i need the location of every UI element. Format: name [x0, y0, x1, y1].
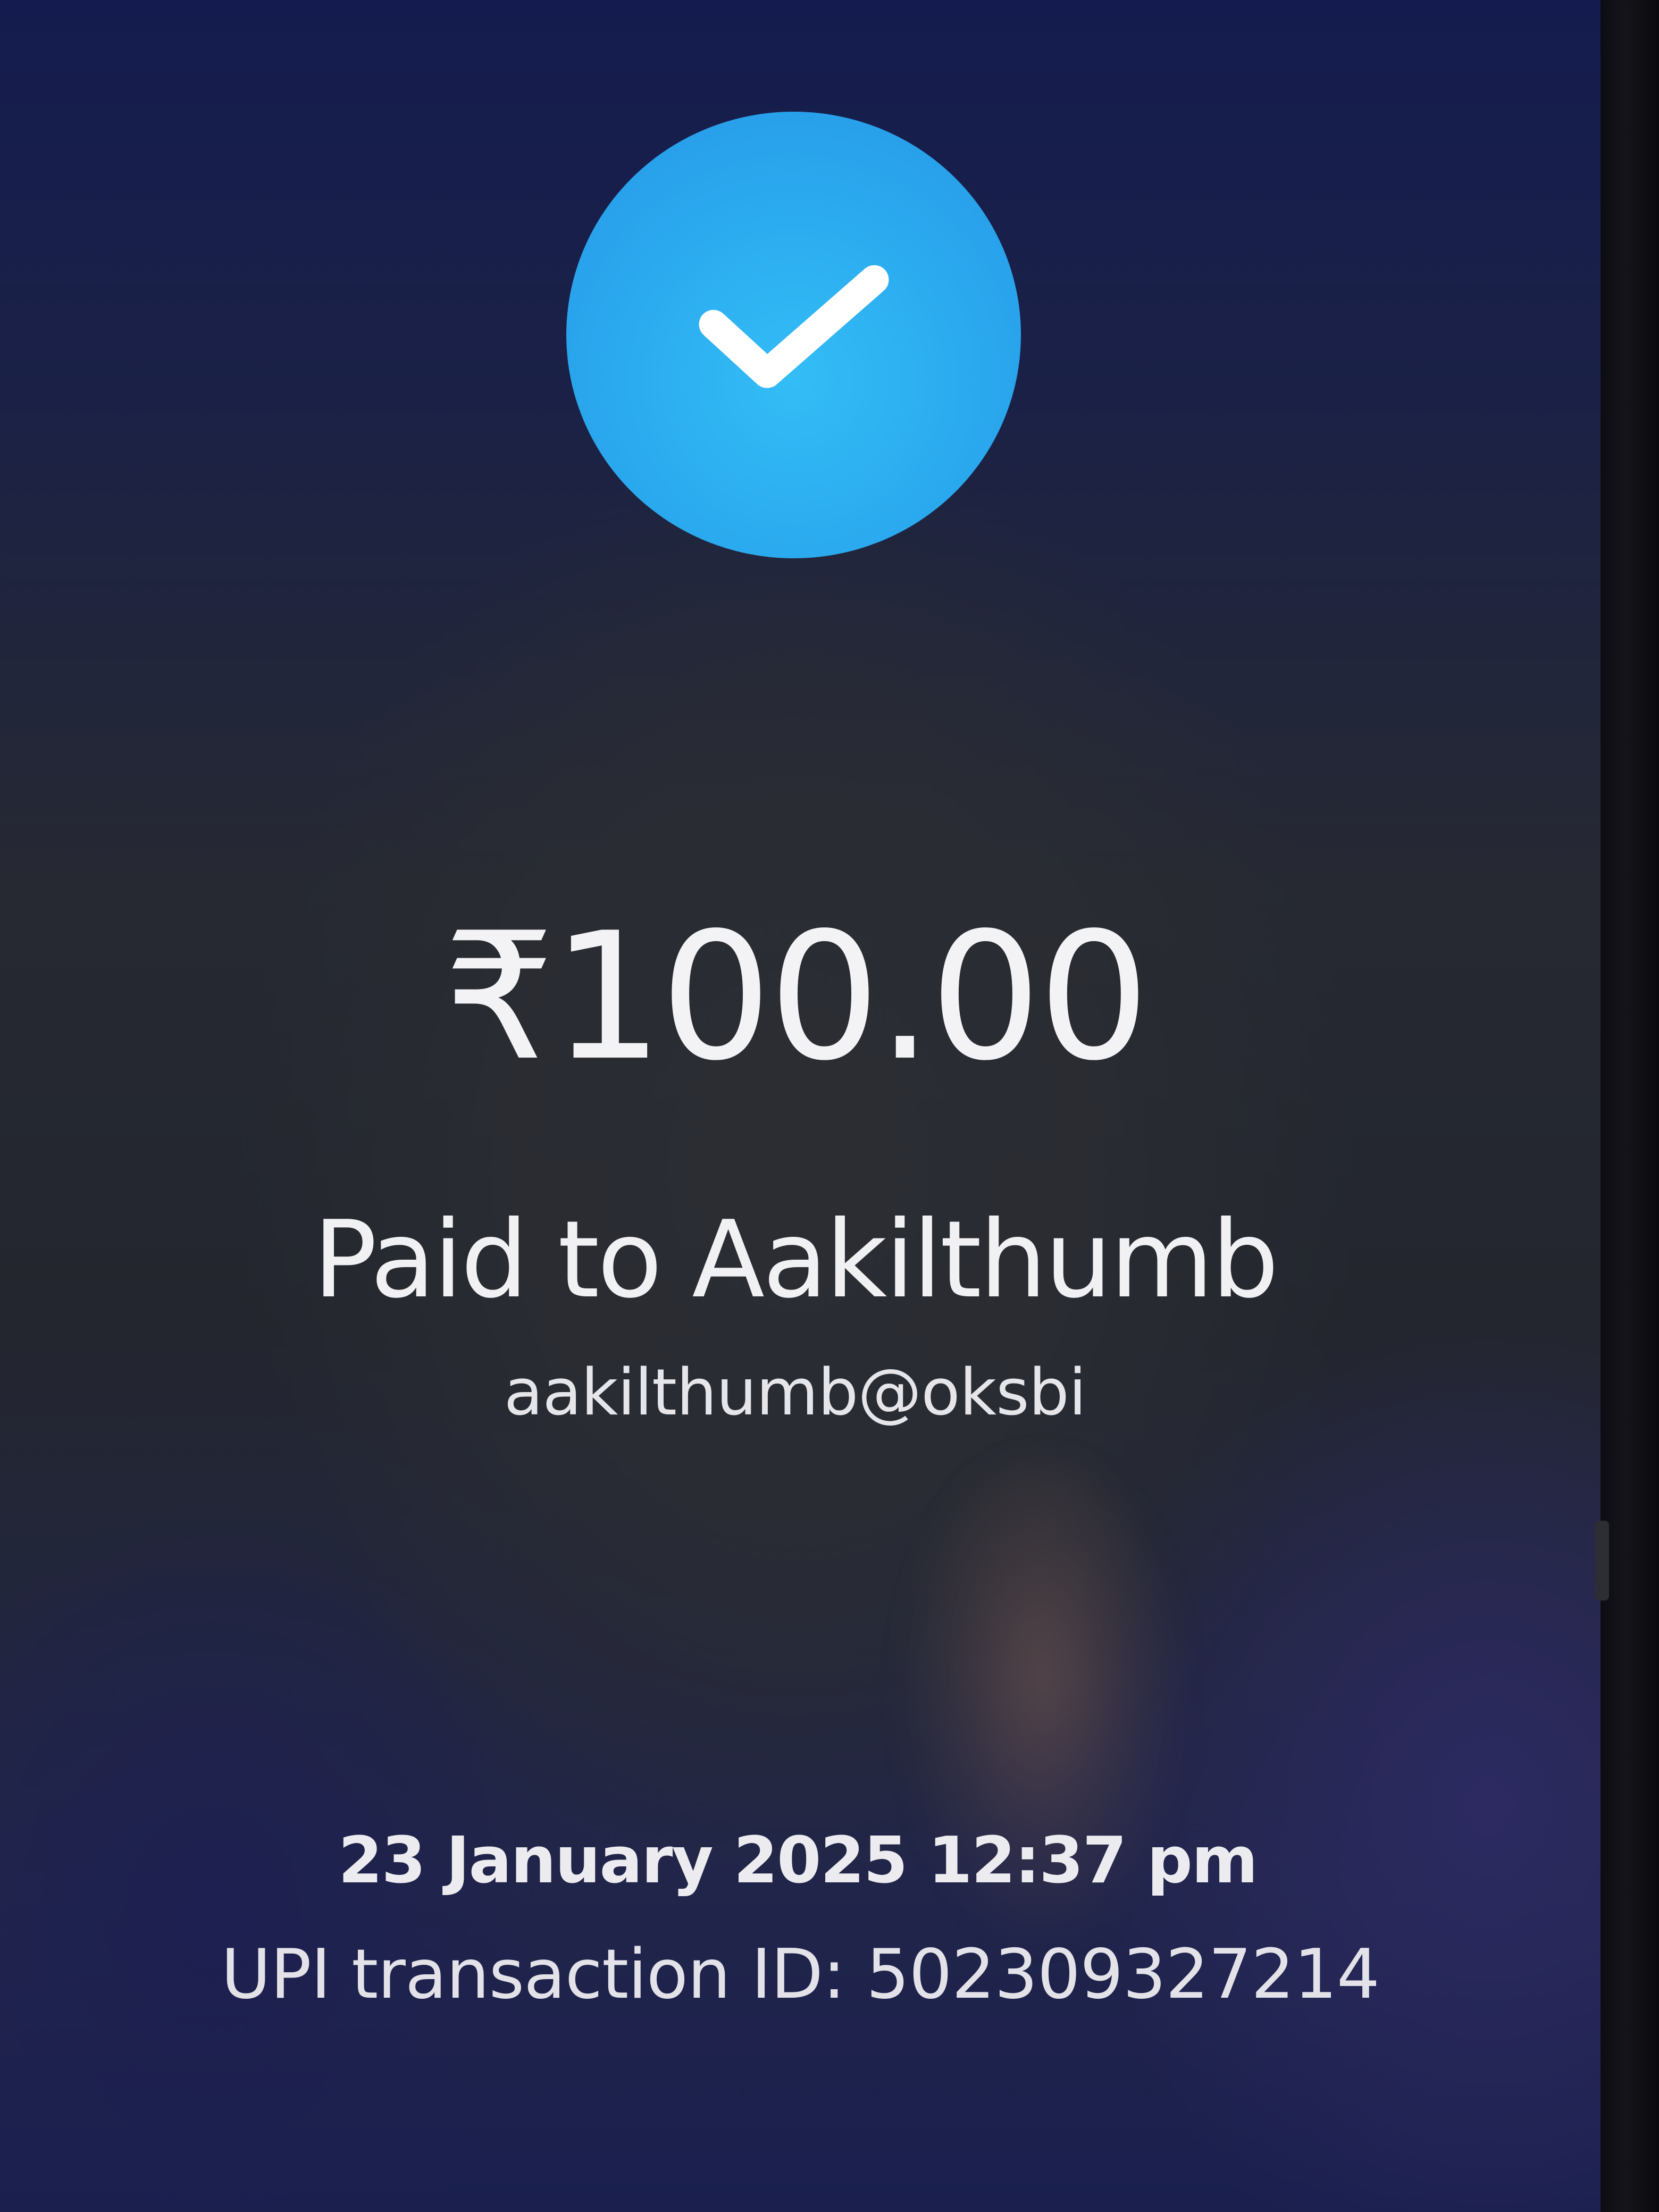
payment-amount: ₹100.00	[443, 895, 1150, 1099]
payment-success-screen: ₹100.00 Paid to Aakilthumb aakilthumb@ok…	[0, 0, 1601, 2212]
check-icon	[699, 265, 889, 388]
recipient-upi-id: aakilthumb@oksbi	[504, 1356, 1086, 1430]
phone-side-button	[1595, 1521, 1609, 1601]
upi-transaction-id: UPI transaction ID: 502309327214	[221, 1935, 1380, 2014]
success-badge	[566, 112, 1021, 558]
recipient-name: Paid to Aakilthumb	[313, 1198, 1279, 1322]
phone-bezel	[1601, 0, 1659, 2212]
transaction-datetime: 23 January 2025 12:37 pm	[338, 1824, 1258, 1898]
